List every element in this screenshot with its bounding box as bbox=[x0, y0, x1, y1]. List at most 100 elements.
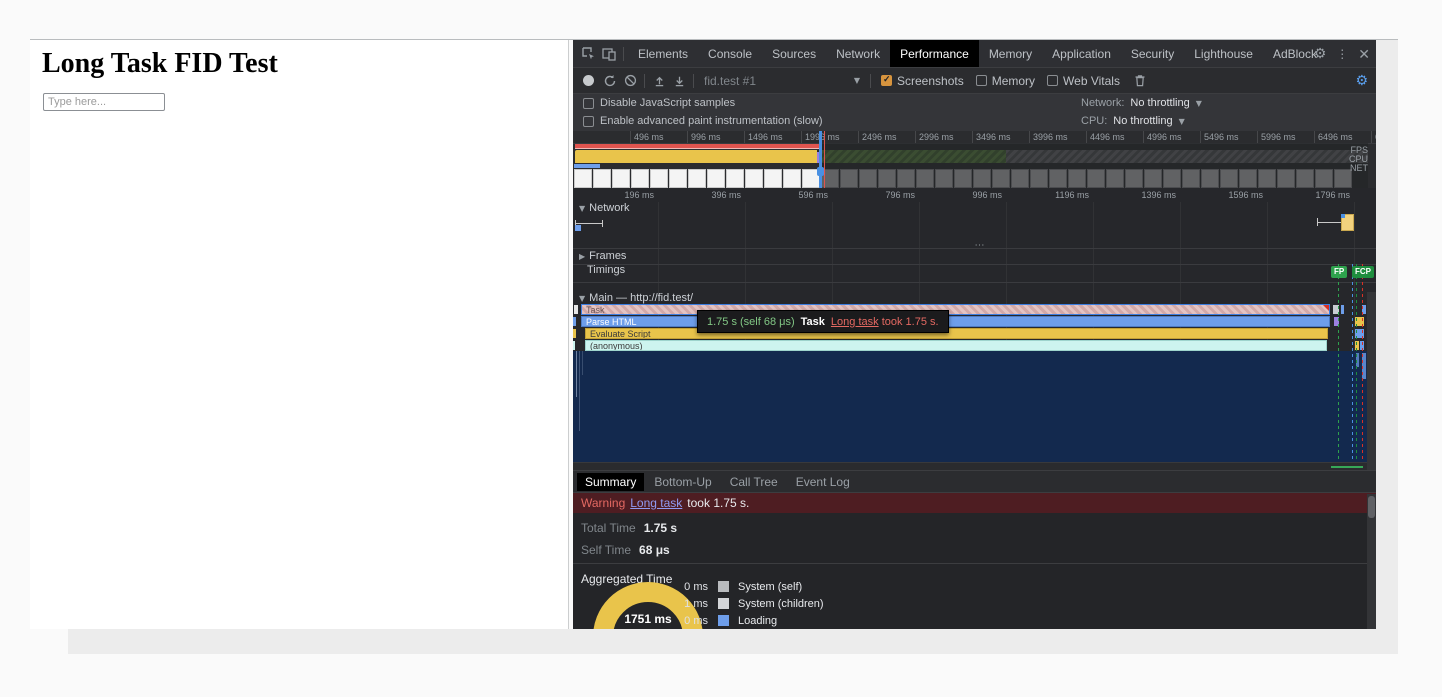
settings-gear-icon[interactable]: ⚙ bbox=[1314, 46, 1327, 62]
overview-tick: 1496 ms bbox=[744, 131, 783, 143]
device-toolbar-icon[interactable] bbox=[599, 44, 619, 64]
fp-marker[interactable]: FP bbox=[1331, 266, 1347, 278]
details-tab[interactable]: Call Tree bbox=[722, 473, 786, 491]
parse-html-bar[interactable]: Parse HTML bbox=[581, 316, 1330, 327]
network-section-header[interactable]: ▼Network bbox=[573, 202, 1376, 215]
aggregated-legend: 0 ms System (self) 1 ms System (children… bbox=[633, 578, 824, 629]
timings-section-header[interactable]: Timings bbox=[573, 264, 1376, 277]
devtools-tab[interactable]: Application bbox=[1042, 40, 1121, 67]
devtools-tab[interactable]: Network bbox=[826, 40, 890, 67]
mini-task-bar[interactable] bbox=[574, 305, 578, 314]
mini-bar[interactable] bbox=[573, 317, 576, 326]
checkbox-box[interactable] bbox=[1047, 75, 1058, 86]
mini-bar[interactable] bbox=[573, 341, 575, 350]
mini-bar[interactable] bbox=[573, 329, 576, 338]
film-frame[interactable] bbox=[631, 169, 649, 188]
disable-js-samples-label: Disable JavaScript samples bbox=[600, 97, 735, 109]
cpu-throttle-select[interactable]: No throttling bbox=[1113, 115, 1172, 127]
long-task-link[interactable]: Long task bbox=[630, 496, 682, 510]
page-title: Long Task FID Test bbox=[42, 48, 278, 80]
network-request-item[interactable] bbox=[575, 220, 603, 228]
overview-cursor-line bbox=[824, 131, 825, 188]
profile-select-value: fid.test #1 bbox=[704, 74, 756, 88]
film-frame[interactable] bbox=[574, 169, 592, 188]
network-throttle-label: Network: bbox=[1081, 97, 1124, 109]
flame-selection-area[interactable] bbox=[573, 351, 1376, 462]
overview-tick: 6496 ms bbox=[1314, 131, 1353, 143]
details-tab[interactable]: Event Log bbox=[788, 473, 858, 491]
record-button[interactable] bbox=[583, 75, 594, 86]
film-frame[interactable] bbox=[726, 169, 744, 188]
detail-ruler: 196 ms396 ms596 ms796 ms996 ms1196 ms139… bbox=[573, 188, 1376, 203]
overview-tick: 4996 ms bbox=[1143, 131, 1182, 143]
film-frame[interactable] bbox=[707, 169, 725, 188]
film-frame[interactable] bbox=[764, 169, 782, 188]
devtools-panel: ElementsConsoleSourcesNetworkPerformance… bbox=[573, 40, 1376, 629]
chevron-down-icon: ▼ bbox=[1196, 99, 1202, 108]
cpu-scripting-area bbox=[575, 150, 817, 163]
load-marker-line bbox=[1362, 264, 1363, 462]
selection-right-handle[interactable] bbox=[819, 131, 822, 188]
checkbox-box[interactable] bbox=[881, 75, 892, 86]
fcp-marker[interactable]: FCP bbox=[1352, 266, 1374, 278]
overview-tick: 2496 ms bbox=[858, 131, 897, 143]
legend-label: Loading bbox=[738, 615, 777, 627]
flame-vertical-scrollbar[interactable] bbox=[1367, 292, 1376, 470]
inspect-icon[interactable] bbox=[579, 44, 599, 64]
capture-settings-gear-icon[interactable]: ⚙ bbox=[1355, 73, 1368, 89]
save-profile-icon[interactable] bbox=[669, 71, 689, 91]
close-devtools-icon[interactable]: ✕ bbox=[1358, 46, 1370, 63]
disable-js-samples-checkbox[interactable] bbox=[583, 98, 594, 109]
main-thread-header[interactable]: ▼Main — http://fid.test/ bbox=[573, 292, 1376, 304]
legend-label: System (self) bbox=[738, 581, 802, 593]
details-tab[interactable]: Summary bbox=[577, 473, 644, 491]
details-tab[interactable]: Bottom-Up bbox=[646, 473, 719, 491]
flame-row-parse: Parse HTML bbox=[573, 316, 1376, 327]
checkbox-label: Web Vitals bbox=[1063, 74, 1120, 88]
timeline-overview[interactable]: 496 ms996 ms1496 ms1996 ms2496 ms2996 ms… bbox=[573, 131, 1376, 188]
summary-vertical-scrollbar[interactable] bbox=[1367, 494, 1376, 629]
scrollbar-thumb[interactable] bbox=[1368, 496, 1375, 518]
anonymous-bar[interactable]: (anonymous) bbox=[585, 340, 1327, 351]
devtools-tab[interactable]: Performance bbox=[890, 40, 979, 67]
divider bbox=[693, 74, 694, 88]
film-frame[interactable] bbox=[783, 169, 801, 188]
devtools-tab[interactable]: Lighthouse bbox=[1184, 40, 1263, 67]
devtools-tabbar: ElementsConsoleSourcesNetworkPerformance… bbox=[573, 40, 1376, 68]
devtools-tab[interactable]: Memory bbox=[979, 40, 1042, 67]
film-frame[interactable] bbox=[745, 169, 763, 188]
devtools-tab[interactable]: Sources bbox=[762, 40, 826, 67]
checkbox-box[interactable] bbox=[976, 75, 987, 86]
advanced-paint-checkbox[interactable] bbox=[583, 116, 594, 127]
bottom-scroll-strip bbox=[68, 629, 1398, 654]
network-request-item[interactable] bbox=[1317, 214, 1357, 232]
toolbar-checkbox[interactable]: Web Vitals bbox=[1047, 74, 1120, 88]
devtools-tab[interactable]: Security bbox=[1121, 40, 1184, 67]
load-profile-icon[interactable] bbox=[649, 71, 669, 91]
toolbar-checkbox[interactable]: Memory bbox=[976, 74, 1035, 88]
more-menu-icon[interactable]: ⋮ bbox=[1336, 47, 1348, 61]
network-throttle-select[interactable]: No throttling bbox=[1130, 97, 1189, 109]
task-bar[interactable]: Task bbox=[581, 304, 1330, 315]
advanced-paint-label: Enable advanced paint instrumentation (s… bbox=[600, 115, 823, 127]
warning-label: Warning bbox=[581, 496, 625, 510]
film-frame[interactable] bbox=[612, 169, 630, 188]
mini-task-bar[interactable] bbox=[1341, 305, 1344, 314]
warning-row: Warning Long task took 1.75 s. bbox=[573, 493, 1376, 513]
film-frame[interactable] bbox=[650, 169, 668, 188]
trash-icon[interactable] bbox=[1130, 71, 1150, 91]
profile-select[interactable]: fid.test #1 ▼ bbox=[698, 74, 866, 88]
film-frame[interactable] bbox=[688, 169, 706, 188]
devtools-tab[interactable]: Console bbox=[698, 40, 762, 67]
toolbar-checkbox[interactable]: Screenshots bbox=[881, 74, 964, 88]
devtools-tab[interactable]: Elements bbox=[628, 40, 698, 67]
clear-icon[interactable] bbox=[620, 71, 640, 91]
film-frame[interactable] bbox=[669, 169, 687, 188]
long-task-link[interactable]: Long task bbox=[831, 316, 879, 328]
frames-section-header[interactable]: ▶Frames bbox=[573, 250, 1376, 263]
horizontal-scrollbar[interactable] bbox=[573, 462, 1376, 470]
reload-and-record-icon[interactable] bbox=[600, 71, 620, 91]
film-frame[interactable] bbox=[593, 169, 611, 188]
page-text-input[interactable] bbox=[43, 93, 165, 111]
cpu-throttle-label: CPU: bbox=[1081, 115, 1107, 127]
